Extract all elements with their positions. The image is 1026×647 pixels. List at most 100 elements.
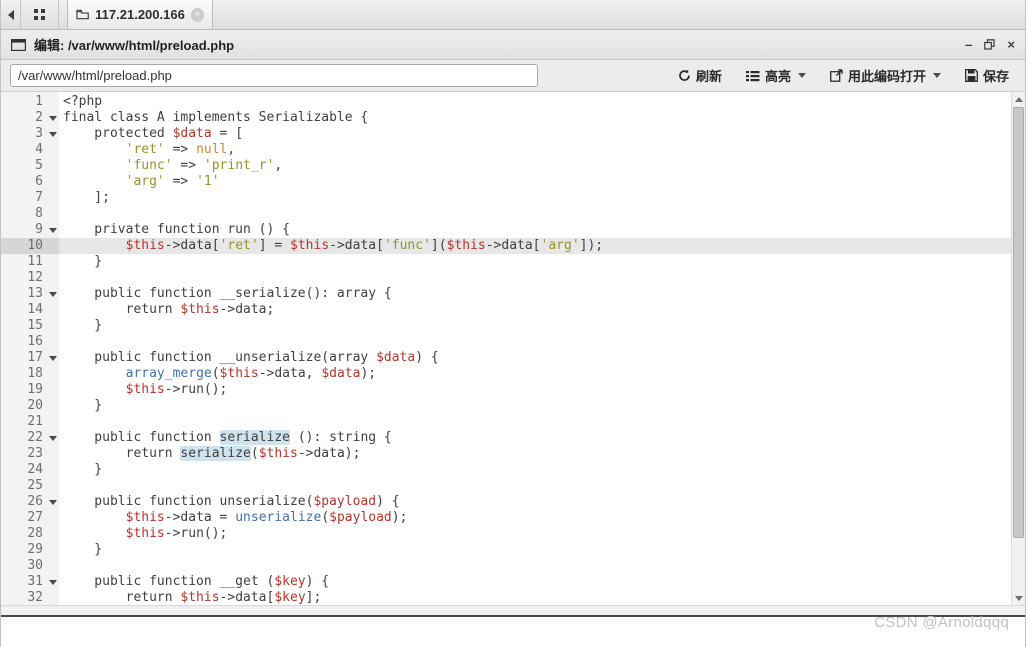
- gutter-line-number[interactable]: 7: [1, 190, 59, 206]
- code-line[interactable]: final class A implements Serializable {: [59, 110, 1025, 126]
- fold-toggle-icon[interactable]: [49, 500, 57, 505]
- code-line[interactable]: public function __serialize(): array {: [59, 286, 1025, 302]
- tab-close-icon[interactable]: ×: [190, 7, 204, 22]
- gutter-line-number[interactable]: 24: [1, 462, 59, 478]
- file-path-input[interactable]: [10, 64, 538, 87]
- refresh-button[interactable]: 刷新: [671, 63, 729, 88]
- gutter-line-number[interactable]: 28: [1, 526, 59, 542]
- back-arrow-icon: [7, 9, 14, 20]
- gutter-line-number[interactable]: 18: [1, 366, 59, 382]
- code-line[interactable]: public function __unserialize(array $dat…: [59, 350, 1025, 366]
- code-line[interactable]: <?php: [59, 94, 1025, 110]
- code-editor: 1 2 3 4 5 6 7 8 9 10 11 12 13 14 15 16 17 18 19 20 21 22 23 24 2…: [1, 92, 1025, 605]
- fold-toggle-icon[interactable]: [49, 580, 57, 585]
- scroll-up-icon[interactable]: [1012, 92, 1025, 106]
- code-line[interactable]: protected $data = [: [59, 126, 1025, 142]
- code-line[interactable]: public function serialize (): string {: [59, 430, 1025, 446]
- code-line[interactable]: [59, 478, 1025, 494]
- code-lines[interactable]: <?php final class A implements Serializab…: [59, 92, 1025, 605]
- fold-toggle-icon[interactable]: [49, 356, 57, 361]
- open-with-encoding-button[interactable]: 用此编码打开: [823, 63, 948, 88]
- gutter-line-number[interactable]: 14: [1, 302, 59, 318]
- apps-grid-button[interactable]: [21, 0, 59, 29]
- code-line[interactable]: [59, 270, 1025, 286]
- gutter-line-number[interactable]: 19: [1, 382, 59, 398]
- code-line[interactable]: [59, 558, 1025, 574]
- vertical-scrollbar[interactable]: [1011, 92, 1025, 605]
- code-line[interactable]: private function run () {: [59, 222, 1025, 238]
- code-line[interactable]: [59, 334, 1025, 350]
- code-line[interactable]: ];: [59, 190, 1025, 206]
- gutter-line-number[interactable]: 26: [1, 494, 59, 510]
- code-line[interactable]: 'ret' => null,: [59, 142, 1025, 158]
- fold-toggle-icon[interactable]: [49, 292, 57, 297]
- code-line[interactable]: }: [59, 542, 1025, 558]
- gutter-line-number[interactable]: 4: [1, 142, 59, 158]
- folder-icon: [76, 9, 89, 20]
- gutter-line-number[interactable]: 9: [1, 222, 59, 238]
- code-line[interactable]: array_merge($this->data, $data);: [59, 366, 1025, 382]
- horizontal-scrollbar[interactable]: [1, 605, 1025, 615]
- code-line[interactable]: [59, 414, 1025, 430]
- gutter-line-number[interactable]: 10: [1, 238, 59, 254]
- code-line[interactable]: public function unserialize($payload) {: [59, 494, 1025, 510]
- gutter-line-number[interactable]: 15: [1, 318, 59, 334]
- fold-toggle-icon[interactable]: [49, 132, 57, 137]
- save-button[interactable]: 保存: [958, 63, 1016, 88]
- gutter-line-number[interactable]: 11: [1, 254, 59, 270]
- gutter-line-number[interactable]: 16: [1, 334, 59, 350]
- gutter-line-number[interactable]: 27: [1, 510, 59, 526]
- save-label: 保存: [982, 69, 1009, 84]
- gutter-line-number[interactable]: 3: [1, 126, 59, 142]
- code-line[interactable]: return $this->data[$key];: [59, 590, 1025, 605]
- gutter-line-number[interactable]: 5: [1, 158, 59, 174]
- server-tab[interactable]: 117.21.200.166 ×: [67, 0, 213, 29]
- code-line[interactable]: }: [59, 254, 1025, 270]
- code-line[interactable]: $this->run();: [59, 382, 1025, 398]
- refresh-icon: [679, 69, 690, 81]
- gutter-line-number[interactable]: 29: [1, 542, 59, 558]
- gutter-line-number[interactable]: 30: [1, 558, 59, 574]
- code-line[interactable]: 'arg' => '1': [59, 174, 1025, 190]
- gutter-line-number[interactable]: 21: [1, 414, 59, 430]
- code-line[interactable]: return $this->data;: [59, 302, 1025, 318]
- gutter-line-number[interactable]: 22: [1, 430, 59, 446]
- gutter-line-number[interactable]: 8: [1, 206, 59, 222]
- gutter-line-number[interactable]: 12: [1, 270, 59, 286]
- back-button[interactable]: [1, 0, 21, 29]
- code-line[interactable]: }: [59, 398, 1025, 414]
- open-with-encoding-label: 用此编码打开: [847, 69, 926, 84]
- code-line[interactable]: $this->run();: [59, 526, 1025, 542]
- fold-toggle-icon[interactable]: [49, 116, 57, 121]
- gutter-line-number[interactable]: 2: [1, 110, 59, 126]
- code-line[interactable]: }: [59, 318, 1025, 334]
- gutter-line-number[interactable]: 31: [1, 574, 59, 590]
- scroll-down-icon[interactable]: [1012, 591, 1025, 605]
- minimize-button[interactable]: –: [965, 38, 972, 51]
- restore-icon: [984, 39, 996, 50]
- gutter-line-number[interactable]: 32: [1, 590, 59, 605]
- window-controls: – ×: [965, 38, 1015, 51]
- code-line[interactable]: public function __get ($key) {: [59, 574, 1025, 590]
- fold-toggle-icon[interactable]: [49, 228, 57, 233]
- close-button[interactable]: ×: [1007, 38, 1015, 51]
- gutter-line-number[interactable]: 20: [1, 398, 59, 414]
- code-line[interactable]: return serialize($this->data);: [59, 446, 1025, 462]
- gutter-line-number[interactable]: 23: [1, 446, 59, 462]
- code-line[interactable]: }: [59, 462, 1025, 478]
- gutter-line-number[interactable]: 6: [1, 174, 59, 190]
- highlight-button[interactable]: 高亮: [739, 63, 813, 88]
- toolbar-buttons: 刷新 高亮 用此编码打开 保存: [671, 63, 1016, 88]
- gutter-line-number[interactable]: 17: [1, 350, 59, 366]
- fold-toggle-icon[interactable]: [49, 436, 57, 441]
- code-line[interactable]: $this->data['ret'] = $this->data['func']…: [59, 238, 1025, 254]
- restore-button[interactable]: [984, 39, 996, 50]
- code-line[interactable]: [59, 206, 1025, 222]
- editor-toolbar: 刷新 高亮 用此编码打开: [1, 60, 1025, 92]
- gutter-line-number[interactable]: 13: [1, 286, 59, 302]
- code-line[interactable]: 'func' => 'print_r',: [59, 158, 1025, 174]
- scrollbar-thumb[interactable]: [1013, 107, 1024, 538]
- gutter-line-number[interactable]: 1: [1, 94, 59, 110]
- code-line[interactable]: $this->data = unserialize($payload);: [59, 510, 1025, 526]
- gutter-line-number[interactable]: 25: [1, 478, 59, 494]
